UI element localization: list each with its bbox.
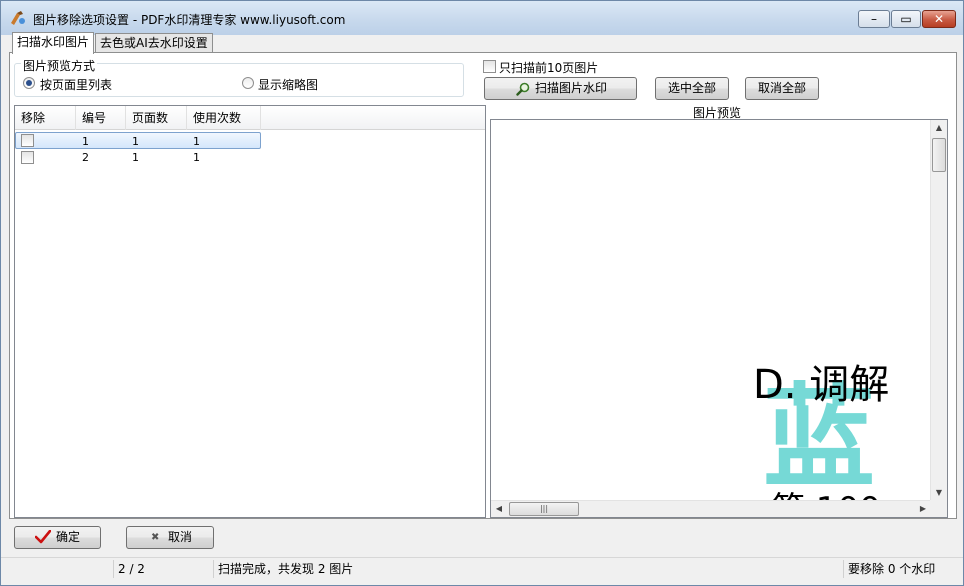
scan-first-10-checkbox[interactable] — [483, 60, 496, 73]
row-remove-checkbox[interactable] — [21, 151, 34, 164]
table-row[interactable]: 1 1 1 — [15, 132, 261, 149]
preview-doc-line1: D. 调解 — [753, 362, 890, 408]
scan-watermark-button-label: 扫描图片水印 — [535, 81, 608, 95]
app-window: 图片移除选项设置 - PDF水印清理专家 www.liyusoft.com – … — [0, 0, 964, 586]
scan-watermark-button[interactable]: 扫描图片水印 — [484, 77, 637, 100]
status-page-indicator: 2 / 2 — [113, 560, 213, 578]
radio-list-by-page[interactable] — [23, 77, 35, 89]
ok-button-label: 确定 — [56, 530, 81, 544]
vertical-scroll-thumb[interactable] — [932, 138, 946, 172]
preview-horizontal-scrollbar[interactable]: ◀ ||| ▶ — [491, 500, 931, 517]
col-header-pages[interactable]: 页面数 — [126, 106, 187, 130]
tab-scan-watermark[interactable]: 扫描水印图片 — [12, 32, 95, 54]
title-bar[interactable]: 图片移除选项设置 - PDF水印清理专家 www.liyusoft.com – … — [1, 1, 963, 35]
check-icon — [35, 530, 51, 544]
status-message: 扫描完成，共发现 2 图片 — [213, 560, 623, 578]
image-list-grid[interactable]: 移除 编号 页面数 使用次数 1 1 1 2 1 1 — [14, 105, 486, 518]
row-remove-checkbox[interactable] — [21, 134, 34, 147]
ok-button[interactable]: 确定 — [14, 526, 101, 549]
grid-header: 移除 编号 页面数 使用次数 — [15, 106, 485, 130]
cancel-button-label: 取消 — [168, 530, 193, 544]
row-uses: 1 — [193, 135, 200, 148]
cancel-x-icon: ✖ — [151, 532, 160, 543]
radio-thumbnails[interactable] — [242, 77, 254, 89]
scroll-up-icon[interactable]: ▲ — [931, 123, 947, 132]
close-icon: ✕ — [933, 12, 945, 26]
col-header-id[interactable]: 编号 — [76, 106, 126, 130]
row-pages: 1 — [132, 151, 139, 164]
radio-thumbnails-label: 显示缩略图 — [258, 78, 319, 92]
preview-mode-legend: 图片预览方式 — [21, 57, 98, 74]
row-id: 1 — [82, 135, 89, 148]
scroll-left-icon[interactable]: ◀ — [491, 504, 507, 513]
radio-list-by-page-label: 按页面里列表 — [40, 78, 113, 92]
status-bar: 2 / 2 扫描完成，共发现 2 图片 要移除 0 个水印 — [1, 557, 963, 579]
scroll-corner — [930, 500, 947, 517]
preview-vertical-scrollbar[interactable]: ▲ ▼ — [930, 120, 947, 500]
minimize-icon: – — [871, 12, 877, 26]
minimize-button[interactable]: – — [858, 10, 890, 28]
scroll-down-icon[interactable]: ▼ — [931, 488, 947, 497]
table-row[interactable]: 2 1 1 — [15, 149, 485, 166]
row-id: 2 — [82, 151, 89, 164]
scan-first-10-label: 只扫描前10页图片 — [499, 61, 599, 75]
search-icon — [516, 82, 530, 96]
row-uses: 1 — [193, 151, 200, 164]
scroll-right-icon[interactable]: ▶ — [915, 504, 931, 513]
select-all-button[interactable]: 选中全部 — [655, 77, 729, 100]
col-header-uses[interactable]: 使用次数 — [187, 106, 261, 130]
deselect-all-button[interactable]: 取消全部 — [745, 77, 819, 100]
window-title: 图片移除选项设置 - PDF水印清理专家 www.liyusoft.com — [33, 13, 346, 27]
image-preview-pane[interactable]: 蓝 D. 调解 第 100 ▲ ▼ ◀ ||| ▶ — [490, 119, 948, 518]
status-remove-count: 要移除 0 个水印 — [843, 560, 961, 578]
maximize-icon: ▭ — [900, 12, 912, 26]
horizontal-scroll-thumb[interactable]: ||| — [509, 502, 579, 516]
row-pages: 1 — [132, 135, 139, 148]
maximize-button[interactable]: ▭ — [891, 10, 921, 28]
col-header-remove[interactable]: 移除 — [15, 106, 76, 130]
app-logo-icon — [11, 11, 25, 25]
tab-decolor-ai[interactable]: 去色或AI去水印设置 — [95, 33, 213, 53]
close-button[interactable]: ✕ — [922, 10, 956, 28]
cancel-button[interactable]: ✖ 取消 — [126, 526, 214, 549]
